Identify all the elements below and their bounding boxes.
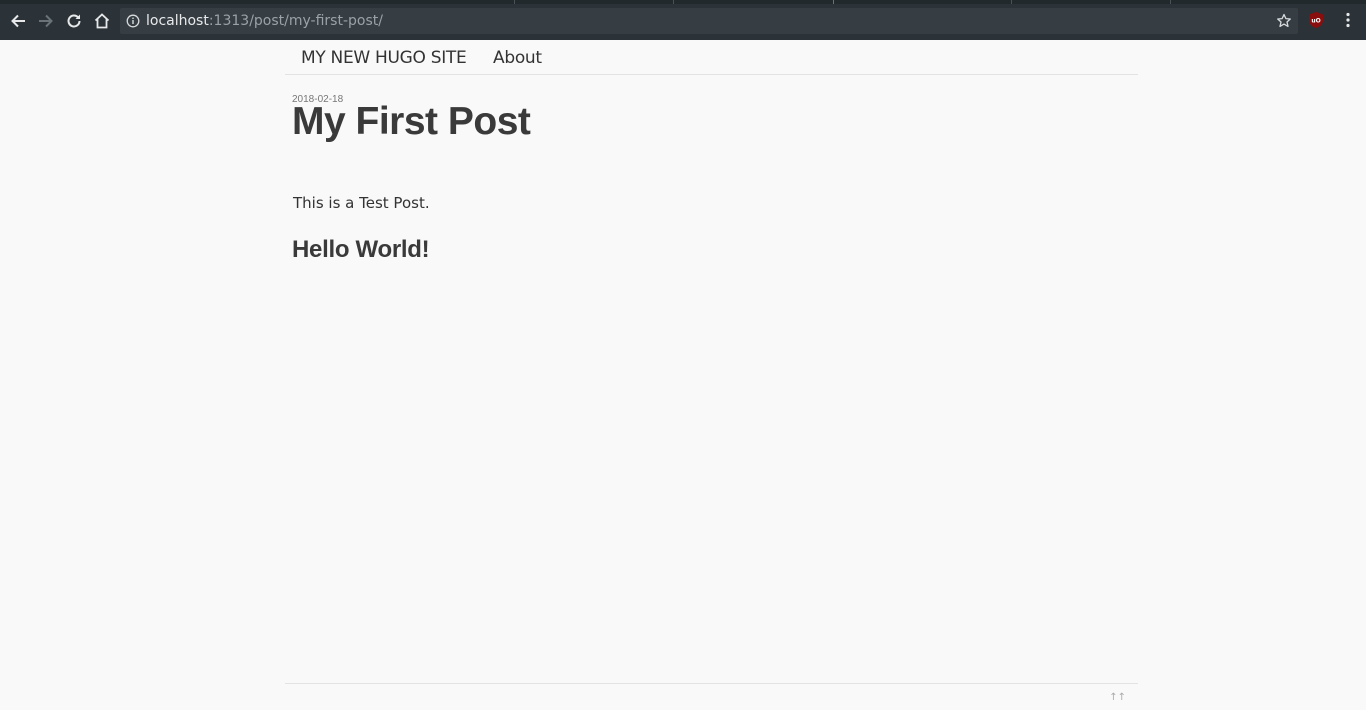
url-host: localhost [146,13,209,29]
tab-separator [673,0,674,4]
site-footer: ↑↑ [285,683,1138,710]
url-text[interactable]: localhost:1313/post/my-first-post/ [146,12,383,30]
tab-separator [1011,0,1012,4]
post-heading: Hello World! [292,236,430,263]
back-to-top-link[interactable]: ↑↑ [1109,692,1126,703]
ublock-icon[interactable]: uO [1307,11,1325,29]
url-path: :1313/post/my-first-post/ [208,13,383,29]
reload-icon[interactable] [63,10,85,32]
site-brand-link[interactable]: MY NEW HUGO SITE [301,48,467,68]
info-icon[interactable] [126,14,140,28]
star-icon[interactable] [1276,13,1292,29]
site-nav: MY NEW HUGO SITE About [285,40,1138,75]
browser-toolbar: localhost:1313/post/my-first-post/ uO [0,0,1366,40]
tab-separator [833,0,834,4]
nav-about-link[interactable]: About [493,48,542,68]
web-page: MY NEW HUGO SITE About 2018-02-18 My Fir… [0,40,1366,710]
home-icon[interactable] [91,10,113,32]
svg-text:uO: uO [1311,18,1320,25]
post-body: This is a Test Post. [293,194,430,212]
back-arrow-icon[interactable] [7,10,29,32]
kebab-menu-icon[interactable] [1340,11,1356,29]
tab-separator [1170,0,1171,4]
tab-separator [514,0,515,4]
forward-arrow-icon[interactable] [35,10,57,32]
tab-strip [0,0,1366,4]
address-bar[interactable]: localhost:1313/post/my-first-post/ [120,8,1298,34]
post-title: My First Post [292,100,531,143]
